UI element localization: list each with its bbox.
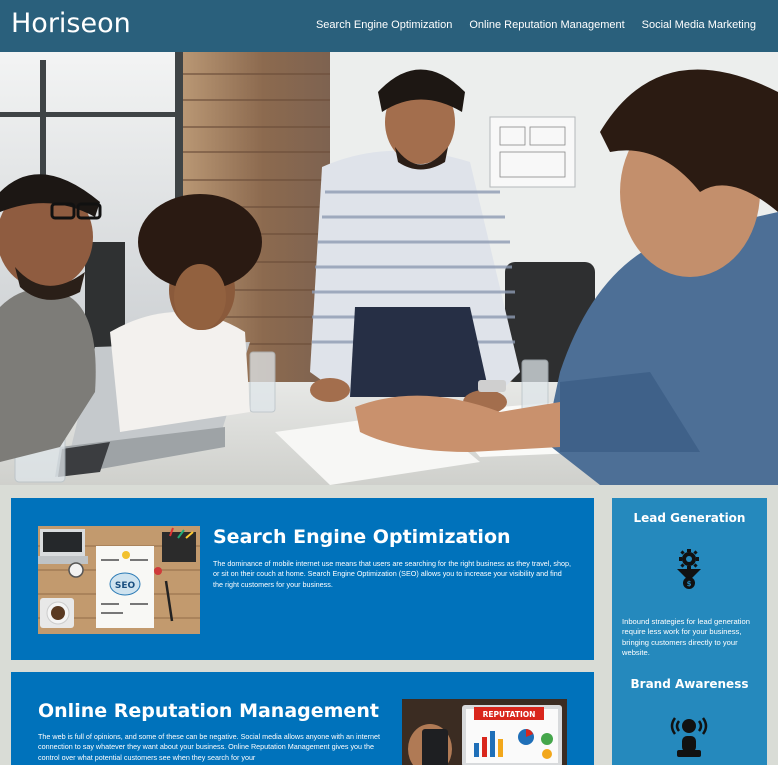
sidebar: Lead Generation $ Inbound strategies for… bbox=[612, 498, 767, 765]
seo-title: Search Engine Optimization bbox=[213, 526, 511, 548]
site-header: Horiseon Search Engine Optimization Onli… bbox=[0, 0, 778, 52]
nav-link-smm[interactable]: Social Media Marketing bbox=[642, 19, 756, 31]
site-logo[interactable]: Horiseon bbox=[11, 8, 131, 39]
lead-generation-icon: $ bbox=[675, 548, 703, 590]
seo-body: The dominance of mobile internet use mea… bbox=[213, 559, 571, 589]
orm-image-text: REPUTATION bbox=[483, 710, 536, 719]
svg-text:$: $ bbox=[687, 580, 692, 588]
lead-generation-title: Lead Generation bbox=[633, 511, 746, 525]
seo-image: SEO bbox=[38, 526, 200, 634]
nav-link-seo[interactable]: Search Engine Optimization bbox=[316, 19, 452, 31]
orm-image: REPUTATION bbox=[402, 699, 567, 765]
nav-link-orm[interactable]: Online Reputation Management bbox=[469, 19, 624, 31]
orm-body: The web is full of opinions, and some of… bbox=[38, 732, 381, 762]
seo-image-text: SEO bbox=[115, 581, 136, 591]
brand-awareness-title: Brand Awareness bbox=[630, 677, 749, 691]
lead-generation-text: Inbound strategies for lead generation r… bbox=[622, 617, 750, 657]
seo-section: SEO Search Engine Optimization The domin… bbox=[11, 498, 594, 660]
orm-title: Online Reputation Management bbox=[38, 700, 379, 722]
orm-section: Online Reputation Management The web is … bbox=[11, 672, 594, 765]
brand-awareness-icon bbox=[669, 712, 709, 757]
hero-image bbox=[0, 52, 778, 485]
main-nav: Search Engine Optimization Online Reputa… bbox=[316, 19, 778, 31]
